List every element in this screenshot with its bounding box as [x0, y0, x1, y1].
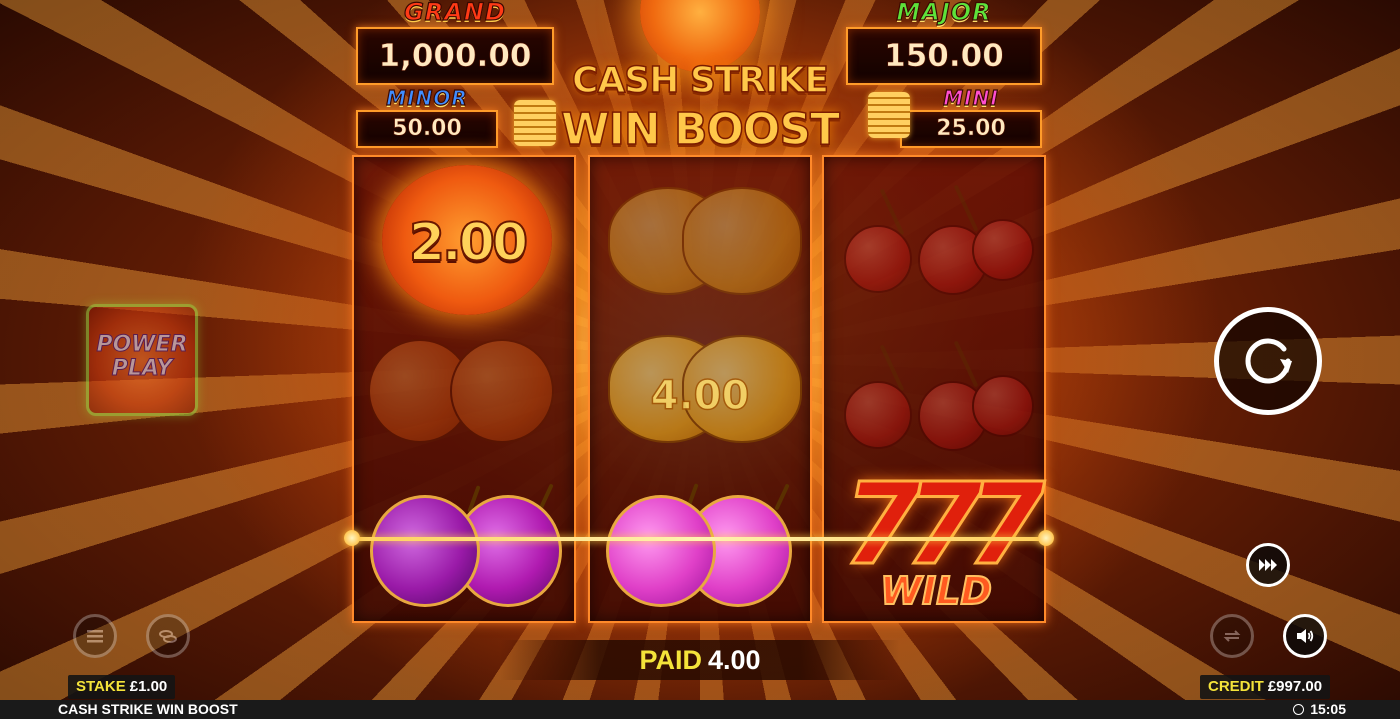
paid-value: 4.00	[707, 645, 761, 675]
jackpot-grand-value: 1,000.00	[356, 27, 554, 85]
orange-icon	[450, 339, 554, 443]
stake-display: STAKE £1.00	[68, 675, 176, 699]
sound-icon	[1297, 629, 1314, 643]
jackpot-major-value: 150.00	[846, 27, 1042, 85]
win-display: PAID 4.00	[500, 640, 900, 680]
wild-label: WILD	[879, 568, 993, 614]
seven-wild-icon: 777	[842, 460, 1047, 590]
sun-coin-value: 2.00	[408, 212, 529, 274]
power-play-label-1: POWER	[96, 332, 188, 357]
payline	[350, 537, 1048, 541]
plum-icon	[370, 495, 480, 607]
jackpot-mini-value: 25.00	[900, 110, 1042, 148]
menu-button[interactable]	[73, 614, 117, 658]
clock-icon	[1293, 704, 1305, 715]
reel-1-top-cell: 2.00	[354, 157, 574, 315]
clock: 15:05	[1293, 700, 1346, 719]
jackpot-grand-title: GRAND	[404, 0, 506, 26]
stake-label: STAKE	[76, 678, 126, 695]
spin-arrow-icon	[1245, 338, 1292, 384]
bottom-bar: CASH STRIKE WIN BOOST 15:05	[0, 700, 1400, 719]
logo-line-1: CASH STRIKE	[571, 59, 829, 102]
reel-2-top-cell	[590, 157, 810, 312]
logo-line-2: WIN BOOST	[560, 103, 841, 156]
game-stage: GRAND 1,000.00 MAJOR 150.00 MINOR 50.00 …	[0, 0, 1400, 719]
jackpot-major-title: MAJOR	[896, 0, 992, 26]
reel-1-middle-cell	[354, 317, 574, 472]
jackpot-minor-title: MINOR	[386, 86, 468, 110]
jackpot-minor: MINOR 50.00	[356, 86, 498, 148]
credit-value: £997.00	[1267, 678, 1323, 695]
reel-1-bottom-cell	[354, 467, 574, 622]
game-logo: CASH STRIKE WIN BOOST	[514, 0, 910, 160]
autoplay-icon	[1223, 630, 1241, 642]
sound-button[interactable]	[1283, 614, 1327, 658]
reel-2-bottom-cell	[590, 467, 810, 622]
stake-value: £1.00	[129, 678, 168, 695]
jackpot-grand: GRAND 1,000.00	[356, 0, 554, 85]
reel-3-top-cell	[824, 157, 1044, 312]
reel-1: 2.00	[352, 155, 576, 623]
stem	[774, 483, 790, 511]
stake-button[interactable]	[146, 614, 190, 658]
fast-forward-icon	[1259, 559, 1277, 571]
payline-marker-left	[344, 530, 360, 546]
coin-stack-icon	[868, 92, 910, 138]
lemon-coin-value: 4.00	[650, 372, 750, 420]
power-play-button[interactable]: POWER PLAY	[86, 304, 198, 416]
jackpot-mini: MINI 25.00	[900, 86, 1042, 148]
jackpot-major: MAJOR 150.00	[846, 0, 1042, 85]
turbo-button[interactable]	[1246, 543, 1290, 587]
credit-label: CREDIT	[1208, 678, 1264, 695]
cherry-icon	[972, 375, 1034, 437]
clock-time: 15:05	[1310, 701, 1346, 717]
menu-icon	[87, 630, 103, 643]
cherry-icon	[844, 225, 912, 293]
spin-button[interactable]	[1214, 307, 1322, 415]
cherry-icon	[844, 381, 912, 449]
reel-3: 777 WILD	[822, 155, 1046, 623]
credit-display: CREDIT £997.00	[1200, 675, 1331, 699]
payline-marker-right	[1038, 530, 1054, 546]
reel-3-middle-cell	[824, 317, 1044, 472]
game-name: CASH STRIKE WIN BOOST	[58, 701, 238, 717]
plum-icon	[606, 495, 716, 607]
reel-area: 2.00 777 WILD 4.00	[352, 155, 1048, 623]
jackpot-minor-value: 50.00	[356, 110, 498, 148]
autoplay-button[interactable]	[1210, 614, 1254, 658]
paid-label: PAID	[639, 645, 702, 675]
cherry-icon	[972, 219, 1034, 281]
power-play-label-2: PLAY	[111, 356, 173, 381]
coins-icon	[159, 630, 177, 643]
jackpot-mini-title: MINI	[943, 86, 999, 110]
lemon-icon	[682, 187, 802, 295]
